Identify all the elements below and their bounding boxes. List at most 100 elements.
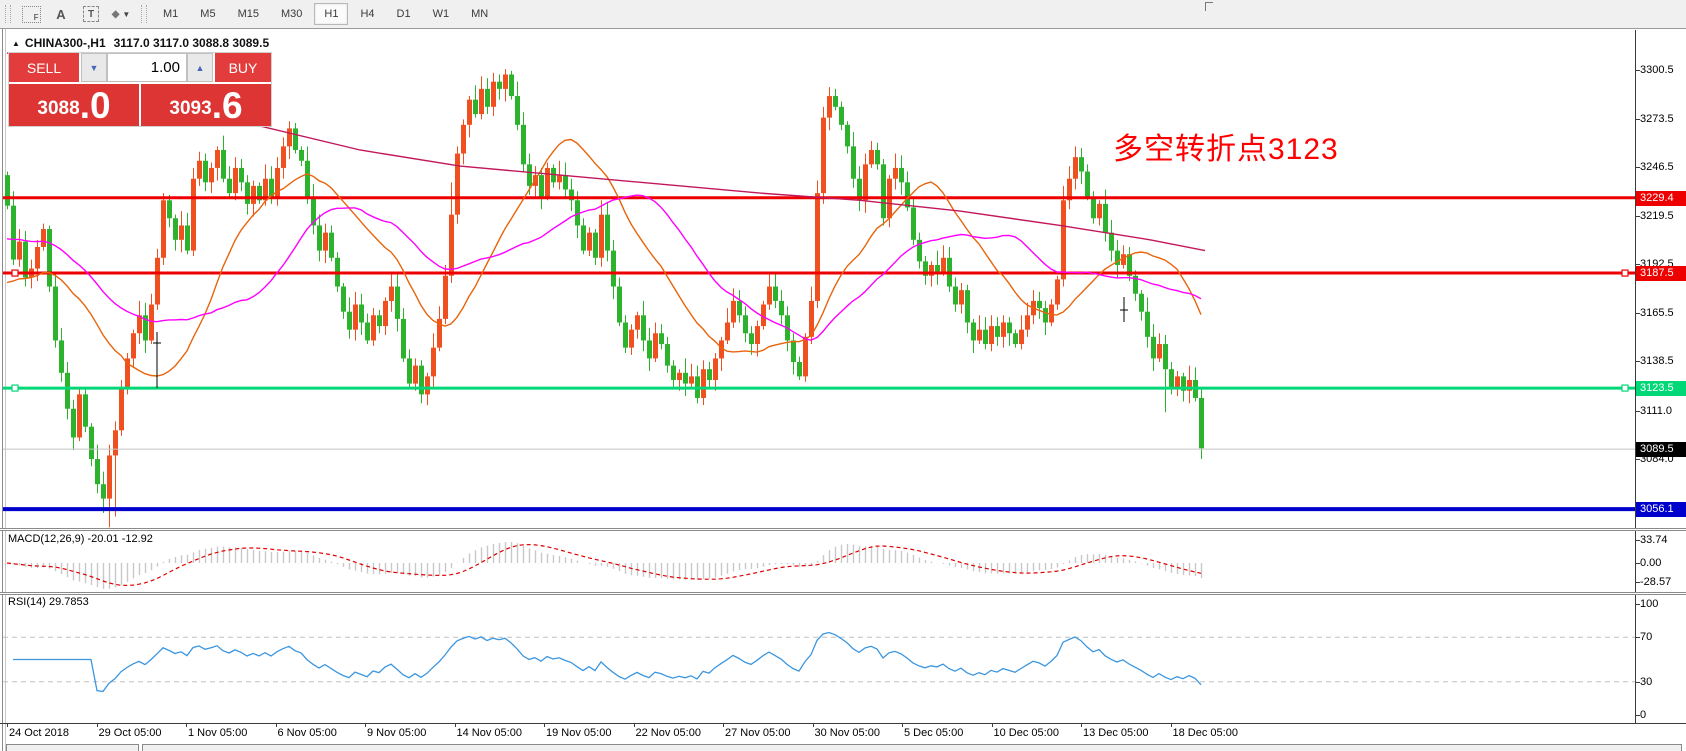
- chart-canvas[interactable]: [0, 29, 1686, 751]
- date-label[interactable]: 6 Nov 05:00: [278, 727, 337, 739]
- date-tick: [7, 723, 8, 727]
- ask-main-digits: 3093: [169, 94, 211, 124]
- macd-tick-label: -28.57: [1640, 576, 1671, 589]
- macd-tick-label: 0.00: [1640, 557, 1661, 570]
- symbol-name: CHINA300-,H1: [25, 36, 106, 50]
- date-tick: [97, 723, 98, 727]
- rsi-panel: [3, 633, 1635, 692]
- date-tick: [186, 723, 187, 727]
- tab-timeframe-h1[interactable]: H1: [314, 3, 348, 25]
- chart-title: ▲ CHINA300-,H1 3117.0 3117.0 3088.8 3089…: [12, 36, 269, 50]
- date-label[interactable]: 5 Dec 05:00: [904, 727, 963, 739]
- price-tick-label: 3273.5: [1640, 113, 1674, 126]
- annotate-letter-icon[interactable]: A: [50, 4, 72, 24]
- tab-timeframe-m5[interactable]: M5: [190, 3, 225, 25]
- date-tick: [365, 723, 366, 727]
- objects-glyph: ◆: [112, 9, 120, 20]
- price-axis-line[interactable]: [1635, 30, 1636, 723]
- chart-tab-stub-2[interactable]: [142, 744, 1682, 751]
- date-tick: [902, 723, 903, 727]
- symbol-marker-icon: ▲: [12, 39, 20, 48]
- support-3123-label: 3123.5: [1636, 381, 1686, 396]
- window-corner-mark: [1205, 2, 1213, 11]
- tick-chart-icon[interactable]: F: [20, 4, 42, 24]
- price-tick-label: 3111.0: [1640, 405, 1672, 418]
- bid-price[interactable]: 3088 .0: [9, 84, 139, 126]
- support-3056-label: 3056.1: [1636, 502, 1686, 517]
- rsi-line: [13, 633, 1201, 692]
- one-click-trade-panel: SELL ▼ ▲ BUY 3088 .0 3093 .6: [8, 52, 272, 127]
- date-axis-line[interactable]: [0, 723, 1686, 724]
- panel-separator-macd[interactable]: [0, 528, 1686, 531]
- date-tick: [1171, 723, 1172, 727]
- toolbar-grip-2[interactable]: [141, 5, 147, 23]
- date-label[interactable]: 22 Nov 05:00: [636, 727, 701, 739]
- chart-annotation-text[interactable]: 多空转折点3123: [1113, 124, 1339, 168]
- resistance-3229-label: 3229.4: [1636, 191, 1686, 206]
- date-label[interactable]: 29 Oct 05:00: [99, 727, 162, 739]
- tab-timeframe-w1[interactable]: W1: [423, 3, 460, 25]
- resistance-3187-handle: [12, 270, 18, 276]
- ask-frac-digit: .6: [212, 87, 243, 124]
- tab-timeframe-m30[interactable]: M30: [271, 3, 312, 25]
- date-label[interactable]: 10 Dec 05:00: [994, 727, 1059, 739]
- support-3123-handle: [1622, 385, 1628, 391]
- ohlc-values: 3117.0 3117.0 3088.8 3089.5: [114, 36, 270, 50]
- date-tick: [634, 723, 635, 727]
- date-tick: [455, 723, 456, 727]
- date-label[interactable]: 14 Nov 05:00: [457, 727, 522, 739]
- date-label[interactable]: 9 Nov 05:00: [367, 727, 426, 739]
- price-tick-label: 3300.5: [1640, 64, 1674, 77]
- bid-main-digits: 3088: [37, 94, 79, 124]
- panel-separator-rsi[interactable]: [0, 592, 1686, 595]
- text-tool-icon[interactable]: T: [80, 4, 102, 24]
- toolbar-grip[interactable]: [5, 5, 11, 23]
- chart-tab-stub[interactable]: [6, 744, 139, 751]
- date-label[interactable]: 24 Oct 2018: [9, 727, 69, 739]
- tab-timeframe-m15[interactable]: M15: [228, 3, 269, 25]
- date-label[interactable]: 13 Dec 05:00: [1083, 727, 1148, 739]
- macd-label: MACD(12,26,9) -20.01 -12.92: [8, 533, 153, 545]
- price-tick-label: 3165.5: [1640, 307, 1674, 320]
- date-label[interactable]: 30 Nov 05:00: [815, 727, 880, 739]
- date-tick: [992, 723, 993, 727]
- rsi-tick-label: 30: [1640, 676, 1652, 689]
- price-tick-label: 3138.5: [1640, 355, 1674, 368]
- date-label[interactable]: 19 Nov 05:00: [546, 727, 611, 739]
- volume-increase-button[interactable]: ▲: [187, 53, 213, 82]
- volume-down-icon: ▼: [90, 63, 99, 73]
- date-label[interactable]: 18 Dec 05:00: [1173, 727, 1238, 739]
- crosshair-mark-2: [1120, 297, 1128, 322]
- macd-tick-label: 33.74: [1640, 534, 1668, 547]
- tab-timeframe-h4[interactable]: H4: [350, 3, 384, 25]
- candles-layer: [5, 69, 1204, 527]
- date-tick: [1081, 723, 1082, 727]
- date-tick: [723, 723, 724, 727]
- resistance-3187-handle: [1622, 270, 1628, 276]
- tab-timeframe-d1[interactable]: D1: [387, 3, 421, 25]
- volume-decrease-button[interactable]: ▼: [81, 53, 107, 82]
- resistance-3187-label: 3187.5: [1636, 266, 1686, 281]
- support-3123-handle: [12, 385, 18, 391]
- tab-timeframe-m1[interactable]: M1: [153, 3, 188, 25]
- trade-panel-top-row: SELL ▼ ▲ BUY: [9, 53, 271, 82]
- bottom-tab-bar: [0, 744, 1686, 751]
- ask-price[interactable]: 3093 .6: [141, 84, 271, 126]
- price-tick-label: 3246.5: [1640, 161, 1674, 174]
- rsi-tick-label: 0: [1640, 709, 1646, 722]
- price-tick-label: 3219.5: [1640, 210, 1674, 223]
- crosshair-mark-1: [153, 332, 161, 388]
- rsi-label: RSI(14) 29.7853: [8, 596, 89, 608]
- sell-button[interactable]: SELL: [9, 53, 79, 82]
- chart-window[interactable]: ▲ CHINA300-,H1 3117.0 3117.0 3088.8 3089…: [0, 29, 1686, 751]
- volume-input[interactable]: [107, 53, 187, 82]
- objects-tool-icon[interactable]: ◆ ▼: [110, 4, 132, 24]
- buy-button[interactable]: BUY: [215, 53, 271, 82]
- rsi-tick-label: 100: [1640, 598, 1658, 611]
- date-tick: [276, 723, 277, 727]
- date-label[interactable]: 27 Nov 05:00: [725, 727, 790, 739]
- tick-chart-glyph: F: [22, 6, 41, 23]
- tab-timeframe-mn[interactable]: MN: [461, 3, 498, 25]
- date-label[interactable]: 1 Nov 05:00: [188, 727, 247, 739]
- trade-panel-prices: 3088 .0 3093 .6: [9, 84, 271, 126]
